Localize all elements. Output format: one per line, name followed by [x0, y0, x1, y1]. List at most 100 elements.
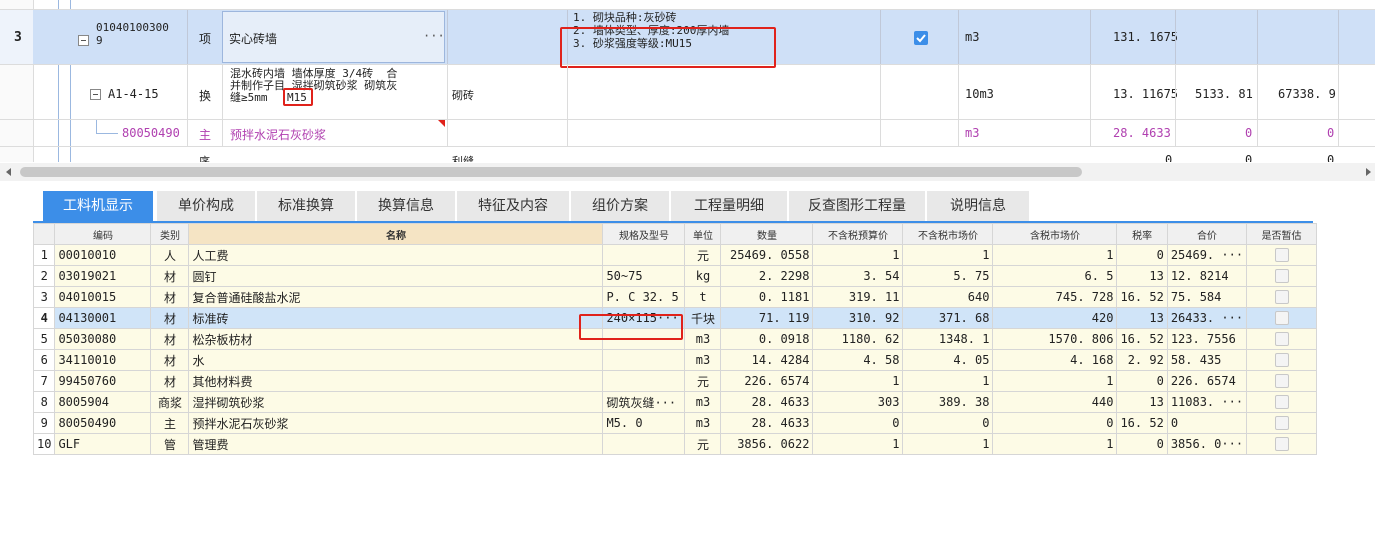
cell-budget-price[interactable]: 4. 58: [812, 349, 904, 371]
cell-name[interactable]: 预拌水泥石灰砂浆: [188, 412, 604, 434]
table-row[interactable]: 8 8005904 商浆 湿拌砌筑砂浆 砌筑灰缝··· m3 28. 4633 303 389.…: [32, 391, 1318, 413]
cell-provisional[interactable]: [1246, 412, 1318, 434]
header-quantity[interactable]: 数量: [720, 223, 814, 245]
header-name[interactable]: 名称: [188, 223, 604, 245]
provisional-checkbox[interactable]: [1274, 269, 1289, 284]
cell-code[interactable]: 8005904: [54, 391, 152, 413]
cell-quantity[interactable]: 71. 119: [720, 307, 814, 329]
cell-code[interactable]: 04130001: [54, 307, 152, 329]
header-category[interactable]: 类别: [150, 223, 190, 245]
cell-spec[interactable]: 50~75: [602, 265, 686, 287]
cell-total[interactable]: 11083. ···: [1166, 391, 1248, 413]
cell-tax-rate[interactable]: 13: [1116, 265, 1168, 287]
table-row[interactable]: 1 00010010 人人工费元 25469. 0558 1 1 1 0 25469. ···: [32, 244, 1318, 266]
tree-row-partial-bottom[interactable]: 序 利缝 0 0 0: [0, 147, 1375, 162]
cell-code[interactable]: GLF: [54, 433, 152, 455]
cell-spec[interactable]: P. C 32. 5: [602, 286, 686, 308]
cell-market-price[interactable]: 5. 75: [902, 265, 994, 287]
row-number[interactable]: 7: [32, 370, 56, 392]
cell-code[interactable]: 00010010: [54, 244, 152, 266]
cell-tax-market-price[interactable]: 1570. 806: [992, 328, 1118, 350]
row-number[interactable]: 10: [32, 433, 56, 455]
cell-market-price[interactable]: 1: [902, 244, 994, 266]
cell-code[interactable]: 34110010: [54, 349, 152, 371]
cell-market-price[interactable]: 4. 05: [902, 349, 994, 371]
cell-total[interactable]: 26433. ···: [1166, 307, 1248, 329]
cell-market-price[interactable]: 640: [902, 286, 994, 308]
cell-category[interactable]: 商浆: [150, 391, 190, 413]
table-row[interactable]: 10 GLF 管管理费元 3856. 0622 1 1 1 0 3856. 0···: [32, 433, 1318, 455]
cell-provisional[interactable]: [1246, 307, 1318, 329]
cell-market-price[interactable]: 371. 68: [902, 307, 994, 329]
cell-provisional[interactable]: [1246, 244, 1318, 266]
cell-spec[interactable]: [602, 370, 686, 392]
cell-total[interactable]: 75. 584: [1166, 286, 1248, 308]
cell-budget-price[interactable]: 1: [812, 370, 904, 392]
table-row[interactable]: 7 99450760 材其他材料费元 226. 6574 1 1 1 0 226. 6574: [32, 370, 1318, 392]
cell-unit[interactable]: m3: [684, 349, 722, 371]
cell-unit[interactable]: kg: [684, 265, 722, 287]
cell-spec[interactable]: [602, 244, 686, 266]
cell-total[interactable]: 25469. ···: [1166, 244, 1248, 266]
cell-budget-price[interactable]: 0: [812, 412, 904, 434]
provisional-checkbox[interactable]: [1274, 374, 1289, 389]
cell-total[interactable]: 226. 6574: [1166, 370, 1248, 392]
provisional-checkbox[interactable]: [1274, 311, 1289, 326]
cell-tax-market-price[interactable]: 1: [992, 370, 1118, 392]
cell-provisional[interactable]: [1246, 349, 1318, 371]
tab-standard-conversion[interactable]: 标准换算: [257, 191, 355, 221]
cell-unit[interactable]: m3: [684, 412, 722, 434]
row-number[interactable]: 8: [32, 391, 56, 413]
cell-budget-price[interactable]: 303: [812, 391, 904, 413]
cell-code[interactable]: 80050490: [54, 412, 152, 434]
cell-budget-price[interactable]: 310. 92: [812, 307, 904, 329]
collapse-icon[interactable]: [78, 35, 89, 46]
cell-code[interactable]: 04010015: [54, 286, 152, 308]
cell-tax-rate[interactable]: 16. 52: [1116, 328, 1168, 350]
cell-budget-price[interactable]: 3. 54: [812, 265, 904, 287]
provisional-checkbox[interactable]: [1274, 416, 1289, 431]
cell-budget-price[interactable]: 1: [812, 244, 904, 266]
cell-code[interactable]: 05030080: [54, 328, 152, 350]
cell-tax-rate[interactable]: 13: [1116, 391, 1168, 413]
cell-quantity[interactable]: 0. 0918: [720, 328, 814, 350]
tab-description[interactable]: 说明信息: [927, 191, 1029, 221]
cell-tax-rate[interactable]: 13: [1116, 307, 1168, 329]
cell-spec[interactable]: [602, 433, 686, 455]
cell-category[interactable]: 材: [150, 265, 190, 287]
cell-category[interactable]: 材: [150, 349, 190, 371]
cell-tax-market-price[interactable]: 1: [992, 244, 1118, 266]
table-row[interactable]: 9 80050490 主预拌水泥石灰砂浆 M5. 0 m3 28. 4633 0 0 0 16. …: [32, 412, 1318, 434]
tab-labor-material-machine[interactable]: 工料机显示: [43, 191, 153, 221]
cell-name[interactable]: 松杂板枋材: [188, 328, 604, 350]
cell-category[interactable]: 材: [150, 286, 190, 308]
tree-row-3[interactable]: 3 01040100300 9 项 实心砖墙 ··· 1. 砌块品种:灰砂砖 2…: [0, 10, 1375, 68]
cell-provisional[interactable]: [1246, 265, 1318, 287]
row-number[interactable]: 6: [32, 349, 56, 371]
tree-row-a1-4-15[interactable]: A1-4-15 换 混水砖内墙 墙体厚度 3/4砖 合 并制作子目 湿拌砌筑砂浆…: [0, 65, 1375, 120]
cell-market-price[interactable]: 0: [902, 412, 994, 434]
cell-tax-market-price[interactable]: 4. 168: [992, 349, 1118, 371]
tab-unit-price[interactable]: 单价构成: [157, 191, 255, 221]
cell-budget-price[interactable]: 319. 11: [812, 286, 904, 308]
cell-quantity[interactable]: 0. 1181: [720, 286, 814, 308]
cell-spec[interactable]: M5. 0: [602, 412, 686, 434]
cell-quantity[interactable]: 28. 4633: [720, 391, 814, 413]
cell-name[interactable]: 湿拌砌筑砂浆: [188, 391, 604, 413]
cell-unit[interactable]: m3: [684, 391, 722, 413]
cell-spec[interactable]: 砌筑灰缝···: [602, 391, 686, 413]
cell-provisional[interactable]: [1246, 370, 1318, 392]
cell-quantity[interactable]: 226. 6574: [720, 370, 814, 392]
cell-tax-market-price[interactable]: 0: [992, 412, 1118, 434]
tab-pricing-scheme[interactable]: 组价方案: [571, 191, 669, 221]
cell-provisional[interactable]: [1246, 286, 1318, 308]
cell-tax-rate[interactable]: 0: [1116, 433, 1168, 455]
name-cell-editing[interactable]: 实心砖墙 ···: [222, 11, 445, 63]
cell-tax-market-price[interactable]: 420: [992, 307, 1118, 329]
tab-conversion-info[interactable]: 换算信息: [357, 191, 455, 221]
scrollbar-thumb[interactable]: [20, 167, 1082, 177]
tab-reverse-graphic[interactable]: 反查图形工程量: [789, 191, 925, 221]
header-total[interactable]: 合价: [1166, 223, 1248, 245]
cell-category[interactable]: 材: [150, 328, 190, 350]
cell-quantity[interactable]: 25469. 0558: [720, 244, 814, 266]
